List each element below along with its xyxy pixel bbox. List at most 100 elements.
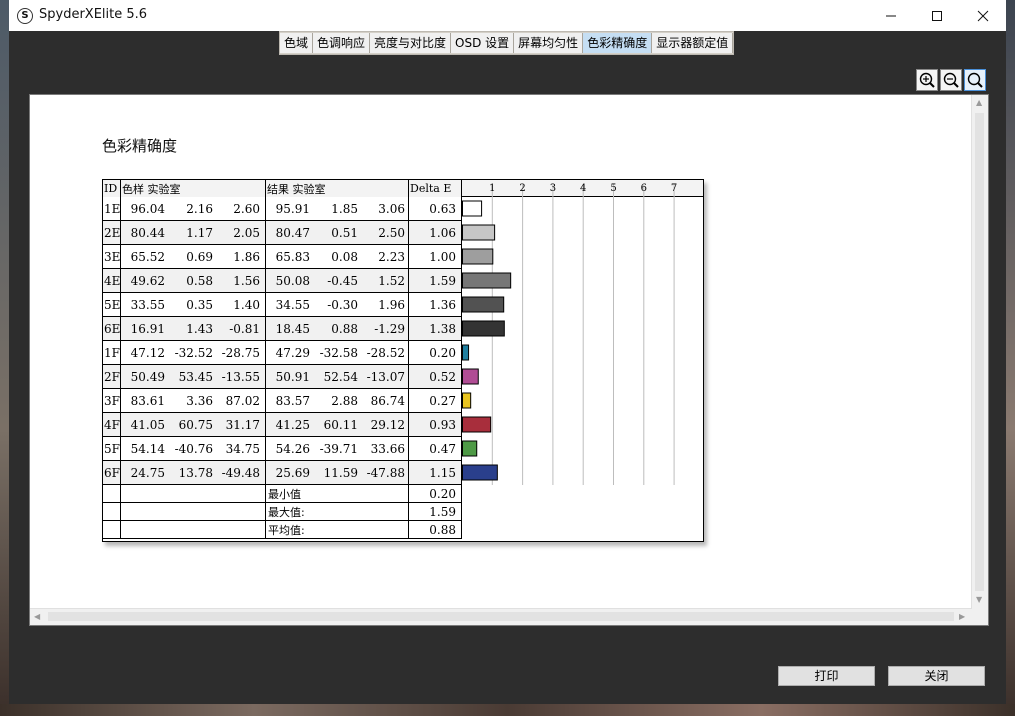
delta-e-value: 1.59 — [409, 269, 462, 292]
tab-6[interactable]: 显示器额定值 — [652, 33, 734, 53]
delta-e-value: 0.63 — [409, 197, 462, 220]
tab-0[interactable]: 色域 — [280, 33, 314, 53]
result-lab: 34.55 -0.30 1.96 — [266, 293, 409, 316]
delta-e-bar — [462, 200, 483, 217]
sample-lab-value: -13.55 — [221, 369, 260, 384]
sample-lab-value: -49.48 — [221, 465, 260, 480]
scroll-right-icon[interactable]: ▶ — [959, 612, 965, 621]
scroll-left-icon[interactable]: ◀ — [34, 612, 40, 621]
table-row: 2E 80.44 1.17 2.05 80.47 0.51 2.50 1.06 — [103, 221, 462, 245]
sample-lab: 83.61 3.36 87.02 — [121, 389, 266, 412]
sample-lab-value: 13.78 — [178, 465, 213, 480]
report-tabs: 色域 色调响应 亮度与对比度 OSD 设置 屏幕均匀性 色彩精确度 显示器额定值 — [279, 31, 735, 55]
sample-lab: 33.55 0.35 1.40 — [121, 293, 266, 316]
delta-e-bar — [462, 320, 505, 337]
vertical-scroll-thumb[interactable] — [975, 113, 984, 591]
window-title: SpyderXElite 5.6 — [39, 7, 148, 22]
delta-e-bar — [462, 296, 505, 313]
sample-lab-value: 54.14 — [130, 441, 165, 456]
result-lab-value: -0.45 — [327, 273, 358, 288]
sample-lab-value: 41.05 — [130, 417, 165, 432]
result-lab-value: 2.50 — [378, 225, 405, 240]
table-row: 3E 65.52 0.69 1.86 65.83 0.08 2.23 1.00 — [103, 245, 462, 269]
result-lab-value: 1.85 — [331, 201, 358, 216]
tab-2[interactable]: 亮度与对比度 — [370, 33, 452, 53]
horizontal-scrollbar[interactable]: ◀ ▶ — [30, 608, 972, 625]
patch-id: 1E — [103, 197, 121, 220]
table-row: 5F 54.14 -40.76 34.75 54.26 -39.71 33.66 0.47 — [103, 437, 462, 461]
result-lab-value: 0.51 — [331, 225, 358, 240]
tab-3[interactable]: OSD 设置 — [451, 33, 515, 53]
table-row: 4E 49.62 0.58 1.56 50.08 -0.45 1.52 1.59 — [103, 269, 462, 293]
zoom-out-button[interactable] — [940, 69, 962, 91]
result-lab-value: 86.74 — [370, 393, 405, 408]
result-lab-value: 1.52 — [378, 273, 405, 288]
result-lab: 80.47 0.51 2.50 — [266, 221, 409, 244]
app-window: S SpyderXElite 5.6 色域 色调响应 亮度与对比度 OSD 设置 屏幕均… — [9, 0, 1006, 704]
scroll-down-icon[interactable]: ▼ — [976, 595, 982, 604]
summary-value: 0.20 — [409, 485, 462, 502]
wallpaper-left — [0, 0, 9, 716]
sample-lab-value: 1.17 — [186, 225, 213, 240]
delta-e-value: 1.36 — [409, 293, 462, 316]
tab-5[interactable]: 色彩精确度 — [583, 33, 653, 53]
result-lab-value: 65.83 — [275, 249, 310, 264]
patch-id: 5E — [103, 293, 121, 316]
sample-lab: 41.05 60.75 31.17 — [121, 413, 266, 436]
result-lab: 65.83 0.08 2.23 — [266, 245, 409, 268]
patch-id: 5F — [103, 437, 121, 460]
sample-lab-value: 33.55 — [130, 297, 165, 312]
sample-lab-value: 83.61 — [130, 393, 165, 408]
close-button[interactable]: 关闭 — [888, 666, 985, 686]
result-lab: 50.91 52.54 -13.07 — [266, 365, 409, 388]
sample-lab-value: 34.75 — [225, 441, 260, 456]
patch-id: 4E — [103, 269, 121, 292]
table-row: 6F 24.75 13.78 -49.48 25.69 11.59 -47.88 1.15 — [103, 461, 462, 485]
summary-label: 最小值 — [266, 485, 409, 502]
report-title: 色彩精确度 — [102, 137, 178, 155]
summary-value: 1.59 — [409, 503, 462, 520]
axis-tick-label: 2 — [519, 183, 525, 194]
table-row: 4F 41.05 60.75 31.17 41.25 60.11 29.12 0.93 — [103, 413, 462, 437]
minimize-button[interactable] — [868, 0, 914, 31]
result-lab-value: 83.57 — [275, 393, 310, 408]
delta-e-value: 1.15 — [409, 461, 462, 484]
close-window-button[interactable] — [960, 0, 1006, 31]
tab-1[interactable]: 色调响应 — [313, 33, 371, 53]
title-bar[interactable]: S SpyderXElite 5.6 — [9, 0, 1006, 31]
result-lab-value: 25.69 — [275, 465, 310, 480]
patch-id: 3E — [103, 245, 121, 268]
sample-lab-value: 31.17 — [225, 417, 260, 432]
sample-lab-value: 16.91 — [130, 321, 165, 336]
maximize-button[interactable] — [914, 0, 960, 31]
result-lab-value: 11.59 — [323, 465, 358, 480]
table-row: 3F 83.61 3.36 87.02 83.57 2.88 86.74 0.27 — [103, 389, 462, 413]
zoom-out-icon — [943, 72, 959, 88]
report-viewport: 色彩精确度 1234567 ID 色样 实验室 结果 实验室 Delta E 1E 96.… — [29, 94, 989, 626]
sample-lab: 96.04 2.16 2.60 — [121, 197, 266, 220]
table-row: 1E 96.04 2.16 2.60 95.91 1.85 3.06 0.63 — [103, 197, 462, 221]
result-lab-value: 41.25 — [275, 417, 310, 432]
sample-lab-value: 53.45 — [178, 369, 213, 384]
vertical-scrollbar[interactable]: ▲ ▼ — [971, 95, 988, 609]
delta-e-value: 1.38 — [409, 317, 462, 340]
sample-lab-value: 65.52 — [130, 249, 165, 264]
tab-4[interactable]: 屏幕均匀性 — [514, 33, 584, 53]
sample-lab-value: 1.40 — [233, 297, 260, 312]
horizontal-scroll-thumb[interactable] — [48, 612, 954, 621]
summary-row: 平均值: 0.88 — [103, 521, 462, 539]
result-lab-value: -47.88 — [366, 465, 405, 480]
header-result: 结果 实验室 — [266, 180, 409, 197]
print-button[interactable]: 打印 — [778, 666, 875, 686]
result-lab-value: -39.71 — [319, 441, 358, 456]
scroll-up-icon[interactable]: ▲ — [976, 98, 982, 107]
delta-e-bar — [462, 344, 470, 361]
delta-e-value: 0.93 — [409, 413, 462, 436]
sample-lab: 65.52 0.69 1.86 — [121, 245, 266, 268]
delta-e-bar — [462, 464, 498, 481]
table-header: ID 色样 实验室 结果 实验室 Delta E — [103, 180, 462, 198]
zoom-in-button[interactable] — [916, 69, 938, 91]
minimize-icon — [886, 15, 896, 16]
zoom-fit-button[interactable] — [964, 69, 986, 91]
axis-tick-label: 4 — [580, 183, 586, 194]
